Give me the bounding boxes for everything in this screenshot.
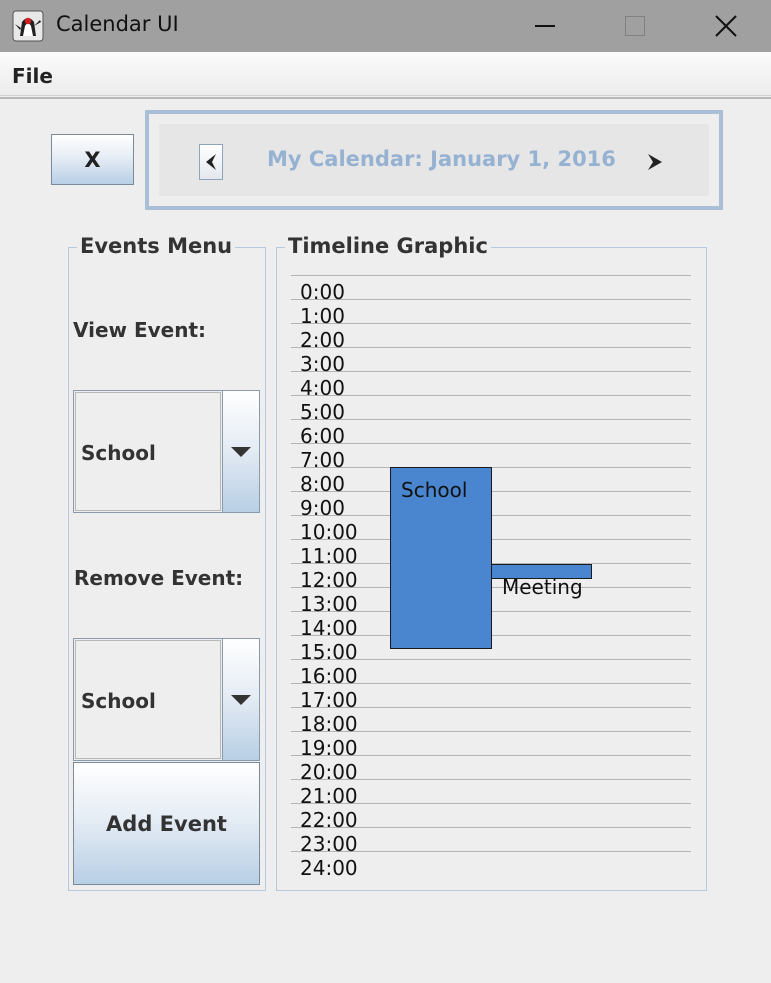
chevron-left-icon bbox=[206, 154, 216, 170]
event-label-school: School bbox=[401, 478, 468, 502]
timeline-hour-label: 15:00 bbox=[300, 640, 358, 664]
menu-file[interactable]: File bbox=[12, 64, 53, 88]
view-event-value: School bbox=[81, 441, 156, 465]
timeline-hour-label: 8:00 bbox=[300, 472, 345, 496]
timeline-hour-label: 2:00 bbox=[300, 328, 345, 352]
timeline-hour-label: 22:00 bbox=[300, 808, 358, 832]
timeline-hour-label: 23:00 bbox=[300, 832, 358, 856]
timeline-hour-label: 13:00 bbox=[300, 592, 358, 616]
remove-event-field[interactable]: School bbox=[75, 640, 221, 759]
next-day-button[interactable] bbox=[643, 148, 667, 176]
view-event-field[interactable]: School bbox=[75, 392, 221, 511]
calendar-header: My Calendar: January 1, 2016 bbox=[145, 110, 723, 210]
chevron-down-icon bbox=[231, 446, 251, 457]
timeline-hour-label: 12:00 bbox=[300, 568, 358, 592]
timeline-hour-label: 1:00 bbox=[300, 304, 345, 328]
minimize-icon bbox=[535, 25, 555, 27]
remove-event-label: Remove Event: bbox=[74, 566, 244, 590]
calendar-title: My Calendar: January 1, 2016 bbox=[267, 147, 616, 171]
window-title: Calendar UI bbox=[56, 12, 179, 36]
timeline-hour-label: 11:00 bbox=[300, 544, 358, 568]
timeline-hour-label: 3:00 bbox=[300, 352, 345, 376]
timeline-hour-label: 19:00 bbox=[300, 736, 358, 760]
events-menu-title: Events Menu bbox=[77, 234, 236, 258]
title-bar: Calendar UI bbox=[0, 0, 771, 52]
timeline-gridline bbox=[291, 443, 691, 444]
maximize-icon bbox=[625, 16, 645, 36]
timeline-hour-label: 0:00 bbox=[300, 280, 345, 304]
view-event-dropdown-button[interactable] bbox=[222, 391, 259, 512]
timeline-title: Timeline Graphic bbox=[285, 234, 491, 258]
timeline-gridline bbox=[291, 275, 691, 276]
timeline-hour-label: 7:00 bbox=[300, 448, 345, 472]
chevron-right-icon bbox=[648, 154, 662, 170]
java-duke-icon bbox=[12, 10, 44, 42]
timeline-hour-label: 5:00 bbox=[300, 400, 345, 424]
timeline-gridline bbox=[291, 395, 691, 396]
timeline-hour-label: 16:00 bbox=[300, 664, 358, 688]
timeline-hour-label: 20:00 bbox=[300, 760, 358, 784]
timeline-gridline bbox=[291, 347, 691, 348]
calendar-header-inner: My Calendar: January 1, 2016 bbox=[159, 124, 709, 196]
view-event-label: View Event: bbox=[73, 318, 207, 342]
remove-event-dropdown[interactable]: School bbox=[73, 638, 260, 761]
maximize-button[interactable] bbox=[590, 0, 680, 52]
view-event-dropdown[interactable]: School bbox=[73, 390, 260, 513]
timeline-hour-label: 14:00 bbox=[300, 616, 358, 640]
close-icon bbox=[715, 15, 737, 37]
timeline-gridline bbox=[291, 299, 691, 300]
timeline-hour-label: 18:00 bbox=[300, 712, 358, 736]
timeline-gridline bbox=[291, 371, 691, 372]
timeline-hour-label: 4:00 bbox=[300, 376, 345, 400]
close-window-button[interactable] bbox=[681, 0, 771, 52]
timeline-hour-label: 21:00 bbox=[300, 784, 358, 808]
add-event-button[interactable]: Add Event bbox=[73, 762, 260, 885]
timeline-gridline bbox=[291, 419, 691, 420]
minimize-button[interactable] bbox=[500, 0, 590, 52]
menu-divider bbox=[0, 97, 771, 99]
timeline-hour-label: 24:00 bbox=[300, 856, 358, 880]
x-button[interactable]: X bbox=[51, 134, 134, 185]
prev-day-button[interactable] bbox=[199, 144, 223, 180]
remove-event-value: School bbox=[81, 689, 156, 713]
timeline-hour-label: 9:00 bbox=[300, 496, 345, 520]
chevron-down-icon bbox=[231, 694, 251, 705]
timeline-gridline bbox=[291, 323, 691, 324]
event-label-meeting: Meeting bbox=[502, 575, 583, 599]
timeline-hour-label: 10:00 bbox=[300, 520, 358, 544]
timeline-hour-label: 6:00 bbox=[300, 424, 345, 448]
timeline-hour-label: 17:00 bbox=[300, 688, 358, 712]
remove-event-dropdown-button[interactable] bbox=[222, 639, 259, 760]
menu-bar: File bbox=[0, 52, 771, 96]
